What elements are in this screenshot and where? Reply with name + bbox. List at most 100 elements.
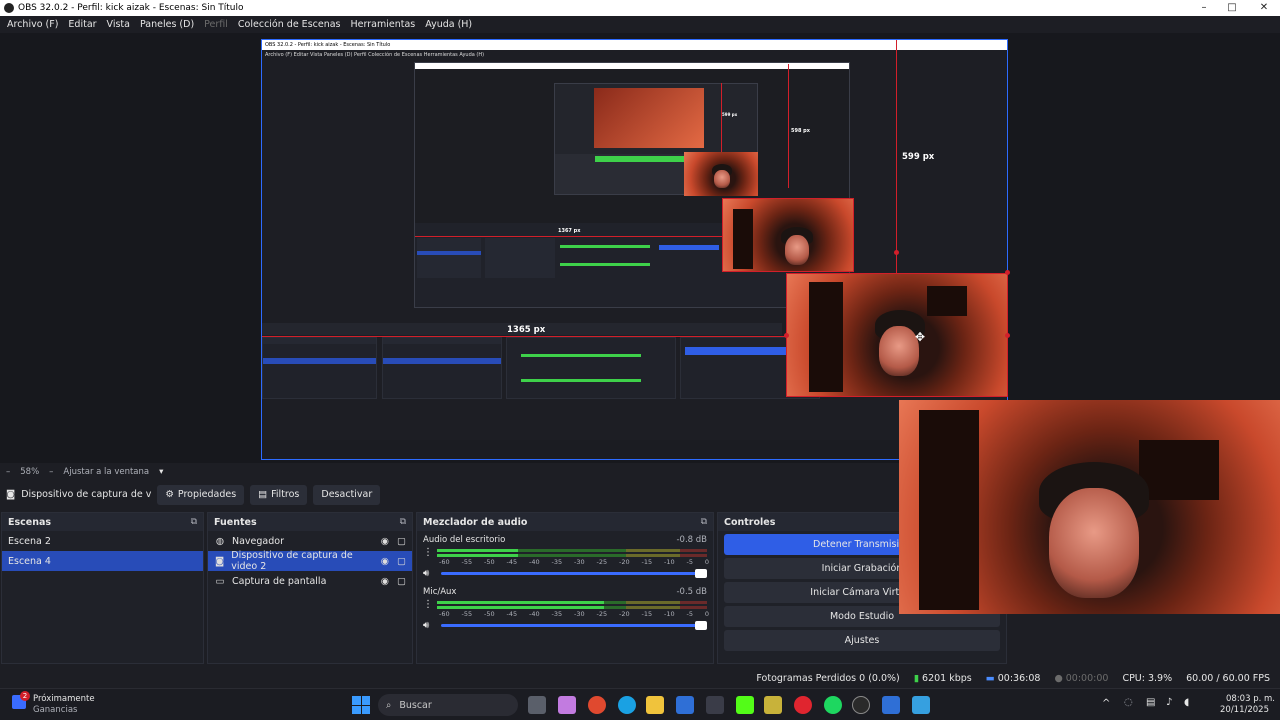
tick: 0: [704, 610, 709, 618]
taskbar: 2 Próximamente Ganancias ⌕ Buscar ^ ◌ ▤ …: [0, 688, 1280, 720]
speaker-icon[interactable]: 🔊︎: [423, 620, 437, 631]
lock-icon[interactable]: ▢: [397, 536, 406, 547]
filter-icon: ▤: [258, 489, 268, 500]
scene-label: Escena 4: [8, 555, 51, 567]
edge-icon[interactable]: [618, 696, 636, 714]
source-label: Captura de pantalla: [232, 575, 327, 587]
app-icon[interactable]: [912, 696, 930, 714]
undock-icon[interactable]: ⧉: [191, 517, 197, 527]
tray-chevron-icon[interactable]: ^: [1102, 698, 1110, 709]
status-bar: Fotogramas Perdidos 0 (0.0%) ▮ 6201 kbps…: [0, 668, 1280, 688]
guide-line-vertical-3: [721, 83, 722, 155]
menu-perfil[interactable]: Perfil: [199, 19, 233, 30]
zoom-dropdown-icon[interactable]: ▾: [159, 467, 163, 477]
zoom-bar: – 58% – Ajustar a la ventana ▾: [0, 465, 900, 479]
move-cursor-icon: ✥: [915, 330, 926, 344]
webcam-source-level-3: [684, 152, 758, 196]
tick: -40: [529, 558, 540, 566]
settings-button[interactable]: Ajustes: [724, 630, 1000, 651]
minimize-button[interactable]: –: [1190, 0, 1218, 16]
eye-icon[interactable]: ◉: [381, 576, 389, 587]
source-item-captura-pantalla[interactable]: ▭ Captura de pantalla ◉ ▢: [208, 571, 412, 591]
transform-handle[interactable]: [784, 333, 789, 338]
undock-icon[interactable]: ⧉: [701, 517, 707, 527]
eye-icon[interactable]: ◉: [381, 536, 389, 547]
scene-item-escena-2[interactable]: Escena 2: [2, 531, 203, 551]
sources-dock: Fuentes ⧉ ◍ Navegador ◉ ▢ ◙ Dispositivo d…: [207, 512, 413, 664]
volume-icon[interactable]: ◖: [1184, 697, 1189, 708]
mixer-channel-mic: Mic/Aux -0.5 dB ⋮ -60 -55 -50 -45 -40 -35 -30-…: [417, 583, 713, 633]
tick: -35: [551, 558, 563, 566]
close-button[interactable]: ✕: [1250, 0, 1278, 16]
source-label: Navegador: [232, 535, 284, 547]
webcam-source-level-2[interactable]: [722, 198, 854, 272]
deactivate-button[interactable]: Desactivar: [313, 484, 381, 505]
maximize-button[interactable]: □: [1218, 0, 1246, 16]
menu-herramientas[interactable]: Herramientas: [346, 19, 421, 30]
tray-app-icon[interactable]: ◌: [1124, 697, 1133, 708]
volume-slider-knob[interactable]: [695, 569, 707, 578]
file-explorer-icon[interactable]: [646, 696, 664, 714]
menu-ayuda[interactable]: Ayuda (H): [420, 19, 477, 30]
windows-start-icon[interactable]: [352, 696, 370, 714]
search-placeholder: Buscar: [399, 699, 432, 711]
record-time-value: 00:00:00: [1065, 672, 1109, 684]
app-shield-icon[interactable]: [706, 696, 724, 714]
transform-handle[interactable]: [1005, 333, 1010, 338]
clock-time[interactable]: 08:03 p. m.: [1226, 694, 1275, 704]
menu-editar[interactable]: Editar: [63, 19, 101, 30]
taskbar-search[interactable]: ⌕ Buscar: [378, 694, 518, 716]
transform-handle[interactable]: [894, 250, 899, 255]
menu-coleccion-escenas[interactable]: Colección de Escenas: [233, 19, 346, 30]
copilot-icon[interactable]: [558, 696, 576, 714]
source-item-navegador[interactable]: ◍ Navegador ◉ ▢: [208, 531, 412, 551]
clock-date[interactable]: 20/11/2025: [1220, 705, 1269, 715]
transform-handle[interactable]: [1005, 270, 1010, 275]
mail-icon[interactable]: [676, 696, 694, 714]
microphone-icon[interactable]: ♪: [1166, 697, 1172, 708]
kick-icon[interactable]: [736, 696, 754, 714]
webcam-source-selected[interactable]: ✥: [786, 273, 1008, 397]
globe-icon: ◍: [215, 535, 225, 547]
tick: -30: [574, 610, 585, 618]
zoom-out-button[interactable]: –: [6, 467, 10, 477]
opera-icon[interactable]: [794, 696, 812, 714]
lock-icon[interactable]: ▢: [397, 556, 406, 567]
menu-dots-icon[interactable]: ⋮: [423, 547, 433, 558]
minecraft-icon[interactable]: [764, 696, 782, 714]
stream-icon: ▬: [985, 672, 995, 684]
eye-icon[interactable]: ◉: [381, 556, 389, 567]
obs-taskbar-icon[interactable]: [852, 696, 870, 714]
properties-button[interactable]: ⚙ Propiedades: [157, 484, 245, 505]
task-view-icon[interactable]: [528, 696, 546, 714]
window-title: OBS 32.0.2 - Perfil: kick aizak - Escena…: [18, 3, 244, 13]
menu-paneles[interactable]: Paneles (D): [135, 19, 199, 30]
zoom-fit-label[interactable]: Ajustar a la ventana: [63, 467, 149, 477]
volume-slider-knob[interactable]: [695, 621, 707, 630]
widget-title[interactable]: Próximamente: [33, 694, 95, 704]
speaker-icon[interactable]: 🔊︎: [423, 568, 437, 579]
network-icon[interactable]: ▤: [1146, 697, 1155, 708]
volume-meter: [437, 548, 707, 558]
mixer-dock-header: Mezclador de audio ⧉: [417, 513, 713, 531]
menu-dots-icon[interactable]: ⋮: [423, 599, 433, 610]
guide-label-vertical-2: 598 px: [791, 128, 810, 134]
menu-archivo[interactable]: Archivo (F): [2, 19, 63, 30]
source-toolbar: ◙ Dispositivo de captura de v ⚙ Propieda…: [0, 483, 900, 506]
channel-name: Mic/Aux: [423, 587, 457, 597]
zoom-in-button[interactable]: –: [49, 467, 53, 477]
volume-slider[interactable]: [441, 621, 707, 630]
undock-icon[interactable]: ⧉: [400, 517, 406, 527]
tick: -55: [461, 558, 473, 566]
lock-icon[interactable]: ▢: [397, 576, 406, 587]
spotify-icon[interactable]: [824, 696, 842, 714]
source-item-dispositivo-captura[interactable]: ◙ Dispositivo de captura de video 2 ◉ ▢: [208, 550, 412, 572]
volume-slider[interactable]: [441, 569, 707, 578]
guide-label-vertical: 599 px: [902, 152, 935, 162]
filters-button[interactable]: ▤ Filtros: [250, 484, 308, 505]
calculator-icon[interactable]: [882, 696, 900, 714]
menu-vista[interactable]: Vista: [102, 19, 135, 30]
chrome-icon[interactable]: [588, 696, 606, 714]
scene-label: Escena 2: [8, 535, 51, 547]
scene-item-escena-4[interactable]: Escena 4: [2, 551, 203, 571]
